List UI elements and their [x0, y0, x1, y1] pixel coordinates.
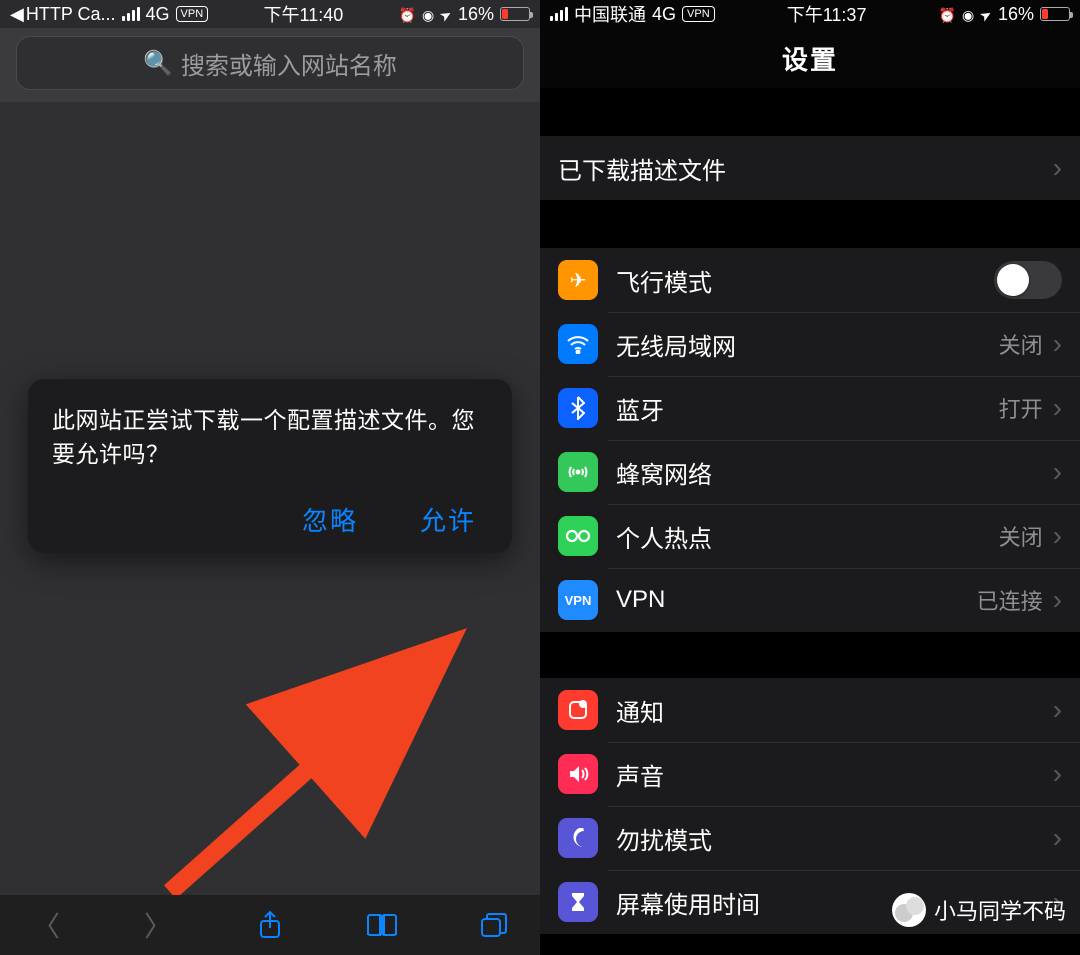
cellular-row[interactable]: 蜂窝网络 ›: [540, 440, 1080, 504]
hourglass-icon: [558, 882, 598, 922]
notifications-row[interactable]: 通知 ›: [540, 678, 1080, 742]
search-icon: 🔍: [143, 49, 173, 78]
group-gap: [540, 88, 1080, 136]
page-content: 此网站正尝试下载一个配置描述文件。您要允许吗？ 忽略 允许: [0, 102, 540, 895]
wechat-icon: [892, 893, 926, 927]
location-icon: [980, 4, 992, 25]
do-not-disturb-row[interactable]: 勿扰模式 ›: [540, 806, 1080, 870]
ignore-button[interactable]: 忽略: [296, 500, 364, 539]
group-gap: [540, 632, 1080, 678]
vpn-icon: VPN: [558, 580, 598, 620]
airplane-icon: ✈: [558, 260, 598, 300]
wifi-icon: [558, 324, 598, 364]
chevron-right-icon: ›: [1053, 822, 1062, 854]
airplane-switch[interactable]: [994, 261, 1062, 299]
chevron-right-icon: ›: [1053, 520, 1062, 552]
chevron-right-icon: ›: [1053, 328, 1062, 360]
downloaded-profile-row[interactable]: 已下载描述文件 ›: [540, 136, 1080, 200]
forward-icon[interactable]: 〉: [138, 905, 178, 945]
safari-toolbar: 〈 〉: [0, 895, 540, 955]
location-icon: [440, 4, 452, 25]
vpn-icon: VPN: [682, 6, 715, 22]
network-label: 4G: [652, 4, 676, 25]
chevron-right-icon: ›: [1053, 694, 1062, 726]
sound-row[interactable]: 声音 ›: [540, 742, 1080, 806]
airplane-mode-row[interactable]: ✈ 飞行模式: [540, 248, 1080, 312]
left-screenshot-safari: ◀ HTTP Ca... 4G VPN 下午11:40 16% 🔍 搜索或输入网…: [0, 0, 540, 955]
notifications-icon: [558, 690, 598, 730]
dialog-message: 此网站正尝试下载一个配置描述文件。您要允许吗？: [52, 403, 488, 472]
moon-icon: [558, 818, 598, 858]
battery-percent: 16%: [458, 4, 494, 25]
wifi-row[interactable]: 无线局域网 关闭 ›: [540, 312, 1080, 376]
signal-icon: [550, 7, 568, 21]
chevron-right-icon: ›: [1053, 456, 1062, 488]
carrier-label: 中国联通: [574, 1, 646, 27]
status-bar: 中国联通 4G VPN 下午11:37 16%: [540, 0, 1080, 28]
chevron-right-icon: ›: [1053, 584, 1062, 616]
bluetooth-row[interactable]: 蓝牙 打开 ›: [540, 376, 1080, 440]
cellular-icon: [558, 452, 598, 492]
status-bar: ◀ HTTP Ca... 4G VPN 下午11:40 16%: [0, 0, 540, 28]
share-icon[interactable]: [250, 910, 290, 940]
network-label: 4G: [146, 4, 170, 25]
chevron-right-icon: ›: [1053, 758, 1062, 790]
watermark: 小马同学不码: [892, 893, 1066, 927]
right-screenshot-settings: 中国联通 4G VPN 下午11:37 16% 设置 已下载描述文件 ›: [540, 0, 1080, 955]
bluetooth-icon: [558, 388, 598, 428]
statusbar-time: 下午11:37: [787, 1, 867, 27]
page-title: 设置: [540, 28, 1080, 88]
bookmarks-icon[interactable]: [362, 912, 402, 938]
sound-icon: [558, 754, 598, 794]
download-profile-dialog: 此网站正尝试下载一个配置描述文件。您要允许吗？ 忽略 允许: [28, 379, 512, 553]
alarm-icon: [939, 4, 956, 25]
orientation-lock-icon: [422, 4, 434, 25]
alarm-icon: [399, 4, 416, 25]
back-to-app[interactable]: ◀ HTTP Ca...: [10, 4, 116, 25]
battery-icon: [500, 7, 530, 21]
chevron-right-icon: ›: [1053, 152, 1062, 184]
vpn-icon: VPN: [176, 6, 209, 22]
signal-icon: [122, 7, 140, 21]
address-placeholder: 搜索或输入网站名称: [181, 46, 397, 81]
chevron-right-icon: ›: [1053, 392, 1062, 424]
group-gap: [540, 200, 1080, 248]
battery-percent: 16%: [998, 4, 1034, 25]
hotspot-icon: [558, 516, 598, 556]
vpn-row[interactable]: VPN VPN 已连接 ›: [540, 568, 1080, 632]
battery-icon: [1040, 7, 1070, 21]
statusbar-time: 下午11:40: [264, 1, 344, 27]
allow-button[interactable]: 允许: [414, 500, 482, 539]
tabs-icon[interactable]: [474, 911, 514, 939]
back-icon[interactable]: 〈: [26, 905, 66, 945]
hotspot-row[interactable]: 个人热点 关闭 ›: [540, 504, 1080, 568]
address-bar[interactable]: 🔍 搜索或输入网站名称: [16, 36, 524, 90]
orientation-lock-icon: [962, 4, 974, 25]
